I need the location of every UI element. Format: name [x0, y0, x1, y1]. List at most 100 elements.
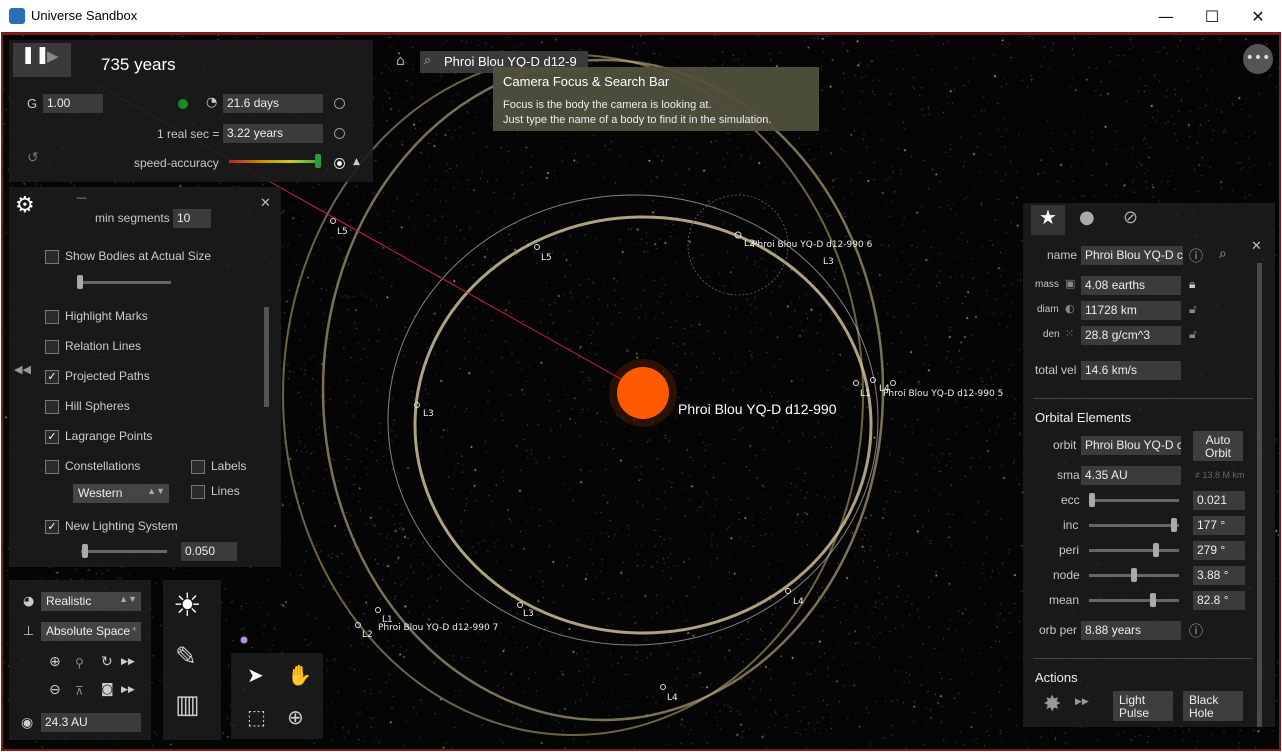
fast-forward-icon[interactable]: ▶▶	[121, 685, 135, 695]
minimize-button[interactable]: —	[1143, 0, 1189, 32]
zoom-out-icon[interactable]: ⊖	[49, 682, 61, 698]
rotate-icon[interactable]: ↻	[101, 654, 113, 670]
sma-input[interactable]: 4.35 AU	[1081, 466, 1181, 485]
collapse-arrow-icon[interactable]: ▲	[353, 157, 360, 167]
node-input[interactable]: 3.88 °	[1193, 566, 1245, 585]
auto-orbit-button[interactable]: Auto Orbit	[1193, 431, 1243, 461]
simulation-viewport[interactable]: Phroi Blou YQ-D d12-990 L5 L5 L3 L3 L3 L…	[1, 32, 1281, 751]
ecc-input[interactable]: 0.021	[1193, 491, 1245, 510]
reference-frame-select[interactable]: Absolute Space +	[41, 622, 141, 641]
close-window-button[interactable]: ✕	[1235, 0, 1281, 32]
cube-icon: ▣	[1065, 277, 1076, 290]
settings-scrollbar[interactable]	[264, 307, 269, 407]
body-size-knob[interactable]	[77, 275, 83, 289]
speed-accuracy-slider[interactable]	[229, 160, 321, 163]
unlock-icon[interactable]: 🔓︎	[1189, 327, 1197, 342]
select-box-icon[interactable]: ⬚	[247, 705, 266, 729]
chart-icon[interactable]: ▥	[175, 690, 200, 720]
collapse-left-icon[interactable]: ◀◀	[14, 363, 31, 376]
hill-spheres-checkbox[interactable]	[45, 400, 59, 414]
lagrange-points-checkbox[interactable]: ✓	[45, 430, 59, 444]
speed-accuracy-knob[interactable]	[315, 154, 321, 168]
star-tab-icon[interactable]: ★	[1031, 205, 1065, 235]
rewind-icon[interactable]: ↺	[27, 150, 39, 166]
light-pulse-button[interactable]: Light Pulse	[1113, 691, 1173, 721]
add-planet-icon[interactable]: ⊕	[287, 705, 304, 729]
unlock-icon[interactable]: 🔓︎	[1189, 302, 1197, 317]
orbit-input[interactable]: Phroi Blou YQ-D c	[1081, 436, 1181, 455]
constellations-checkbox[interactable]	[45, 460, 59, 474]
body-label[interactable]: Phroi Blou YQ-D d12-990 7	[378, 623, 498, 633]
min-segments-input[interactable]: 10	[173, 209, 211, 228]
maximize-button[interactable]: ☐	[1189, 0, 1235, 32]
close-panel-icon[interactable]: ✕	[260, 196, 271, 211]
pointer-icon[interactable]: ➤	[247, 663, 264, 687]
lens-icon[interactable]: ⚲	[75, 656, 84, 670]
constellation-style-select[interactable]: Western ▲▼	[73, 484, 169, 503]
lighting-input[interactable]: 0.050	[181, 542, 237, 561]
peri-input[interactable]: 279 °	[1193, 541, 1245, 560]
orbit-tab-icon[interactable]: ⊘	[1123, 207, 1138, 228]
real-sec-radio[interactable]	[334, 128, 345, 139]
show-bodies-checkbox[interactable]	[45, 250, 59, 264]
relation-lines-checkbox[interactable]	[45, 340, 59, 354]
info-icon[interactable]: ⓘ	[1189, 246, 1203, 266]
hand-icon[interactable]: ✋	[287, 663, 312, 687]
diam-input[interactable]: 11728 km	[1081, 301, 1181, 320]
render-mode-select[interactable]: Realistic ▲▼	[41, 592, 141, 611]
fast-forward-icon[interactable]: ▶▶	[121, 657, 135, 667]
mean-slider[interactable]	[1089, 599, 1179, 602]
search-icon[interactable]: ⌕	[1219, 246, 1227, 262]
speed-accuracy-radio[interactable]	[334, 158, 345, 169]
peri-knob[interactable]	[1153, 543, 1159, 557]
orb-per-input[interactable]: 8.88 years	[1081, 621, 1181, 640]
mean-knob[interactable]	[1150, 593, 1156, 607]
lighting-knob[interactable]	[82, 544, 88, 558]
new-lighting-checkbox[interactable]: ✓	[45, 520, 59, 534]
zoom-in-icon[interactable]: ⊕	[49, 654, 61, 670]
view-scale-input[interactable]: 24.3 AU	[41, 713, 141, 732]
labels-checkbox[interactable]	[191, 460, 205, 474]
info-icon[interactable]: ⓘ	[1189, 621, 1203, 641]
draw-icon[interactable]: ✎	[175, 642, 197, 672]
ecc-slider[interactable]	[1089, 499, 1179, 502]
lock-icon[interactable]: 🔒︎	[1189, 277, 1195, 292]
properties-scrollbar[interactable]	[1257, 263, 1262, 727]
camera-icon[interactable]: ◙	[101, 682, 114, 697]
gear-icon[interactable]: ⚙	[15, 193, 35, 218]
black-hole-button[interactable]: Black Hole	[1183, 691, 1243, 721]
chat-icon[interactable]: •••	[1243, 44, 1273, 74]
body-size-slider[interactable]	[79, 281, 171, 284]
timestep-radio[interactable]	[334, 98, 345, 109]
node-knob[interactable]	[1131, 568, 1137, 582]
fast-forward-icon[interactable]: ▶▶	[1075, 697, 1089, 707]
inc-knob[interactable]	[1171, 518, 1177, 532]
inc-input[interactable]: 177 °	[1193, 516, 1245, 535]
highlight-marks-checkbox[interactable]	[45, 310, 59, 324]
star-label[interactable]: Phroi Blou YQ-D d12-990	[678, 401, 837, 417]
home-icon[interactable]: ⌂	[396, 53, 405, 69]
mass-input[interactable]: 4.08 earths	[1081, 276, 1181, 295]
lines-checkbox[interactable]	[191, 485, 205, 499]
drag-handle-icon[interactable]: —	[76, 191, 87, 204]
den-input[interactable]: 28.8 g/cm^3	[1081, 326, 1181, 345]
gravity-input[interactable]: 1.00	[43, 94, 103, 113]
timestep-input[interactable]: 21.6 days	[223, 94, 323, 113]
measure-icon[interactable]: ⊼	[75, 684, 84, 698]
vel-input[interactable]: 14.6 km/s	[1081, 361, 1181, 380]
projected-paths-checkbox[interactable]: ✓	[45, 370, 59, 384]
close-panel-icon[interactable]: ✕	[1251, 239, 1262, 254]
sun-icon[interactable]: ☀	[173, 586, 202, 624]
explosion-icon[interactable]: ✸	[1043, 692, 1061, 717]
name-input[interactable]: Phroi Blou YQ-D c	[1081, 246, 1183, 265]
real-sec-input[interactable]: 3.22 years	[223, 124, 323, 143]
body-label[interactable]: Phroi Blou YQ-D d12-990 5	[883, 389, 1003, 399]
inc-slider[interactable]	[1089, 524, 1179, 527]
body-label[interactable]: Phroi Blou YQ-D d12-990 6	[752, 240, 872, 250]
body-tab-icon[interactable]: ●	[1079, 207, 1095, 228]
mean-input[interactable]: 82.8 °	[1193, 591, 1245, 610]
ecc-knob[interactable]	[1089, 493, 1095, 507]
play-pause-button[interactable]: ❚❚ ▶	[13, 43, 71, 77]
peri-slider[interactable]	[1089, 549, 1179, 552]
lighting-slider[interactable]	[81, 550, 167, 553]
